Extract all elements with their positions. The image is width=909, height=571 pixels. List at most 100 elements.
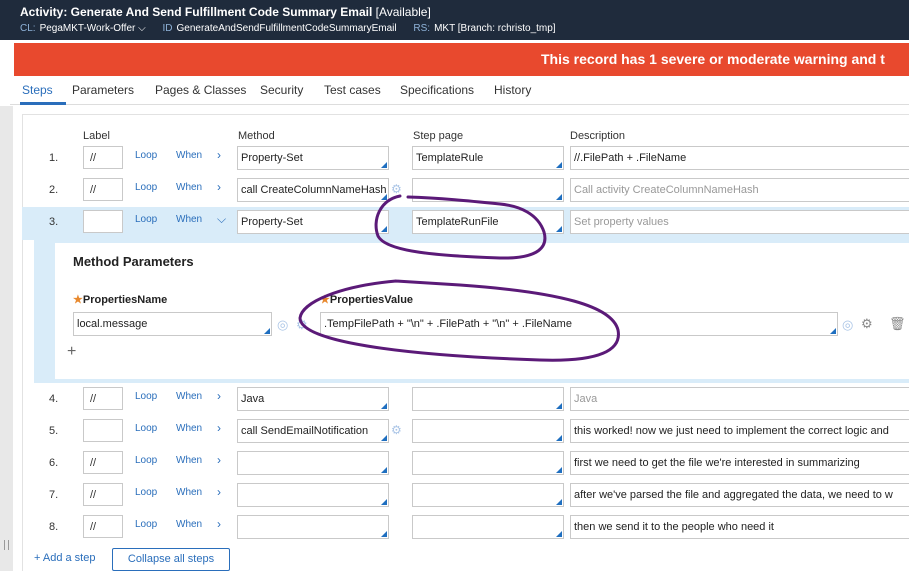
id-label: ID: [162, 23, 173, 34]
chevron-right-icon[interactable]: ›: [217, 389, 221, 403]
properties-name-field[interactable]: local.message: [73, 312, 272, 336]
step-label-field[interactable]: //: [83, 387, 123, 410]
class-dropdown[interactable]: PegaMKT-Work-Offer: [40, 23, 136, 34]
gear-icon[interactable]: ⚙: [861, 317, 873, 330]
add-parameter-icon[interactable]: +: [67, 343, 76, 361]
properties-value-field[interactable]: .TempFilePath + "\n" + .FilePath + "\n" …: [320, 312, 838, 336]
tab-history[interactable]: History: [494, 83, 531, 97]
chevron-right-icon[interactable]: ›: [217, 485, 221, 499]
required-icon: ★: [320, 294, 330, 306]
left-rail: [0, 106, 13, 571]
step-page-field[interactable]: [412, 178, 564, 202]
step-row: 5. Loop When › call SendEmailNotificatio…: [22, 416, 909, 448]
method-field[interactable]: Property-Set: [237, 146, 389, 170]
gear-icon[interactable]: ⚙: [391, 183, 403, 195]
loop-link[interactable]: Loop: [135, 214, 157, 225]
when-link[interactable]: When: [176, 487, 202, 498]
tab-test-cases[interactable]: Test cases: [324, 83, 381, 97]
gear-icon[interactable]: ⚙: [391, 424, 403, 436]
step-row: 2. // Loop When › call CreateColumnNameH…: [22, 175, 909, 207]
step-page-field[interactable]: [412, 515, 564, 539]
description-field[interactable]: this worked! now we just need to impleme…: [570, 419, 909, 443]
when-link[interactable]: When: [176, 150, 202, 161]
when-link[interactable]: When: [176, 182, 202, 193]
step-label-field[interactable]: //: [83, 483, 123, 506]
step-page-field[interactable]: TemplateRule: [412, 146, 564, 170]
method-field[interactable]: call SendEmailNotification: [237, 419, 389, 443]
collapse-all-steps-button[interactable]: Collapse all steps: [112, 548, 230, 571]
step-label-field[interactable]: [83, 210, 123, 233]
chevron-right-icon[interactable]: ›: [217, 180, 221, 194]
step-label-field[interactable]: //: [83, 178, 123, 201]
loop-link[interactable]: Loop: [135, 519, 157, 530]
chevron-right-icon[interactable]: ›: [217, 453, 221, 467]
tab-parameters[interactable]: Parameters: [72, 83, 134, 97]
tab-bar: Steps Parameters Pages & Classes Securit…: [10, 80, 909, 105]
method-field[interactable]: Java: [237, 387, 389, 411]
chevron-right-icon[interactable]: ›: [217, 148, 221, 162]
step-page-field[interactable]: [412, 451, 564, 475]
step-number: 8.: [49, 521, 59, 533]
tab-security[interactable]: Security: [260, 83, 303, 97]
description-field[interactable]: after we've parsed the file and aggregat…: [570, 483, 909, 507]
method-field[interactable]: [237, 483, 389, 507]
step-row: 8. // Loop When › then we send it to the…: [22, 512, 909, 544]
method-field[interactable]: [237, 515, 389, 539]
chevron-down-icon[interactable]: ⌵: [217, 212, 226, 227]
when-link[interactable]: When: [176, 214, 202, 225]
target-icon[interactable]: ◎: [842, 318, 853, 331]
step-label-field[interactable]: //: [83, 146, 123, 169]
description-field[interactable]: Call activity CreateColumnNameHash: [570, 178, 909, 202]
required-icon: ★: [73, 294, 83, 306]
active-tab-indicator: [20, 102, 66, 105]
step-label-field[interactable]: //: [83, 451, 123, 474]
step-label-field[interactable]: //: [83, 515, 123, 538]
loop-link[interactable]: Loop: [135, 182, 157, 193]
method-field[interactable]: [237, 451, 389, 475]
trash-icon[interactable]: 🗑: [889, 317, 906, 330]
loop-link[interactable]: Loop: [135, 423, 157, 434]
step-page-field[interactable]: [412, 483, 564, 507]
loop-link[interactable]: Loop: [135, 150, 157, 161]
when-link[interactable]: When: [176, 519, 202, 530]
column-header-method: Method: [238, 130, 275, 142]
when-link[interactable]: When: [176, 455, 202, 466]
resize-handle[interactable]: [4, 540, 9, 550]
loop-link[interactable]: Loop: [135, 487, 157, 498]
target-icon[interactable]: ◎: [277, 318, 288, 331]
step-number: 1.: [49, 152, 59, 164]
gear-icon[interactable]: ⚙: [296, 318, 308, 331]
step-row: 7. // Loop When › after we've parsed the…: [22, 480, 909, 512]
step-page-field[interactable]: TemplateRunFile: [412, 210, 564, 234]
when-link[interactable]: When: [176, 423, 202, 434]
add-step-link[interactable]: + Add a step: [34, 552, 95, 564]
step-row-selected: 3. Loop When ⌵ Property-Set TemplateRunF…: [22, 207, 909, 240]
loop-link[interactable]: Loop: [135, 391, 157, 402]
loop-link[interactable]: Loop: [135, 455, 157, 466]
method-field[interactable]: Property-Set: [237, 210, 389, 234]
when-link[interactable]: When: [176, 391, 202, 402]
tab-pages-classes[interactable]: Pages & Classes: [155, 83, 246, 97]
chevron-down-icon[interactable]: ⌵: [138, 23, 146, 34]
description-field[interactable]: then we send it to the people who need i…: [570, 515, 909, 539]
tab-steps[interactable]: Steps: [22, 83, 53, 97]
column-header-description: Description: [570, 130, 626, 142]
tab-specifications[interactable]: Specifications: [400, 83, 474, 97]
method-field[interactable]: call CreateColumnNameHash: [237, 178, 389, 202]
description-field[interactable]: Set property values: [570, 210, 909, 234]
method-parameters-title: Method Parameters: [73, 254, 194, 269]
record-meta: CL: PegaMKT-Work-Offer ⌵ ID GenerateAndSen…: [20, 23, 570, 34]
chevron-right-icon[interactable]: ›: [217, 517, 221, 531]
chevron-right-icon[interactable]: ›: [217, 421, 221, 435]
step-page-field[interactable]: [412, 387, 564, 411]
rs-label: RS:: [413, 23, 431, 34]
step-label-field[interactable]: [83, 419, 123, 442]
step-page-field[interactable]: [412, 419, 564, 443]
properties-value-label: ★PropertiesValue: [320, 294, 414, 306]
description-field[interactable]: first we need to get the file we're inte…: [570, 451, 909, 475]
record-header: Activity: Generate And Send Fulfillment …: [0, 0, 909, 40]
description-field[interactable]: //.FilePath + .FileName: [570, 146, 909, 170]
step-number: 3.: [49, 216, 59, 228]
record-title: Activity: Generate And Send Fulfillment …: [20, 5, 431, 19]
description-field[interactable]: Java: [570, 387, 909, 411]
